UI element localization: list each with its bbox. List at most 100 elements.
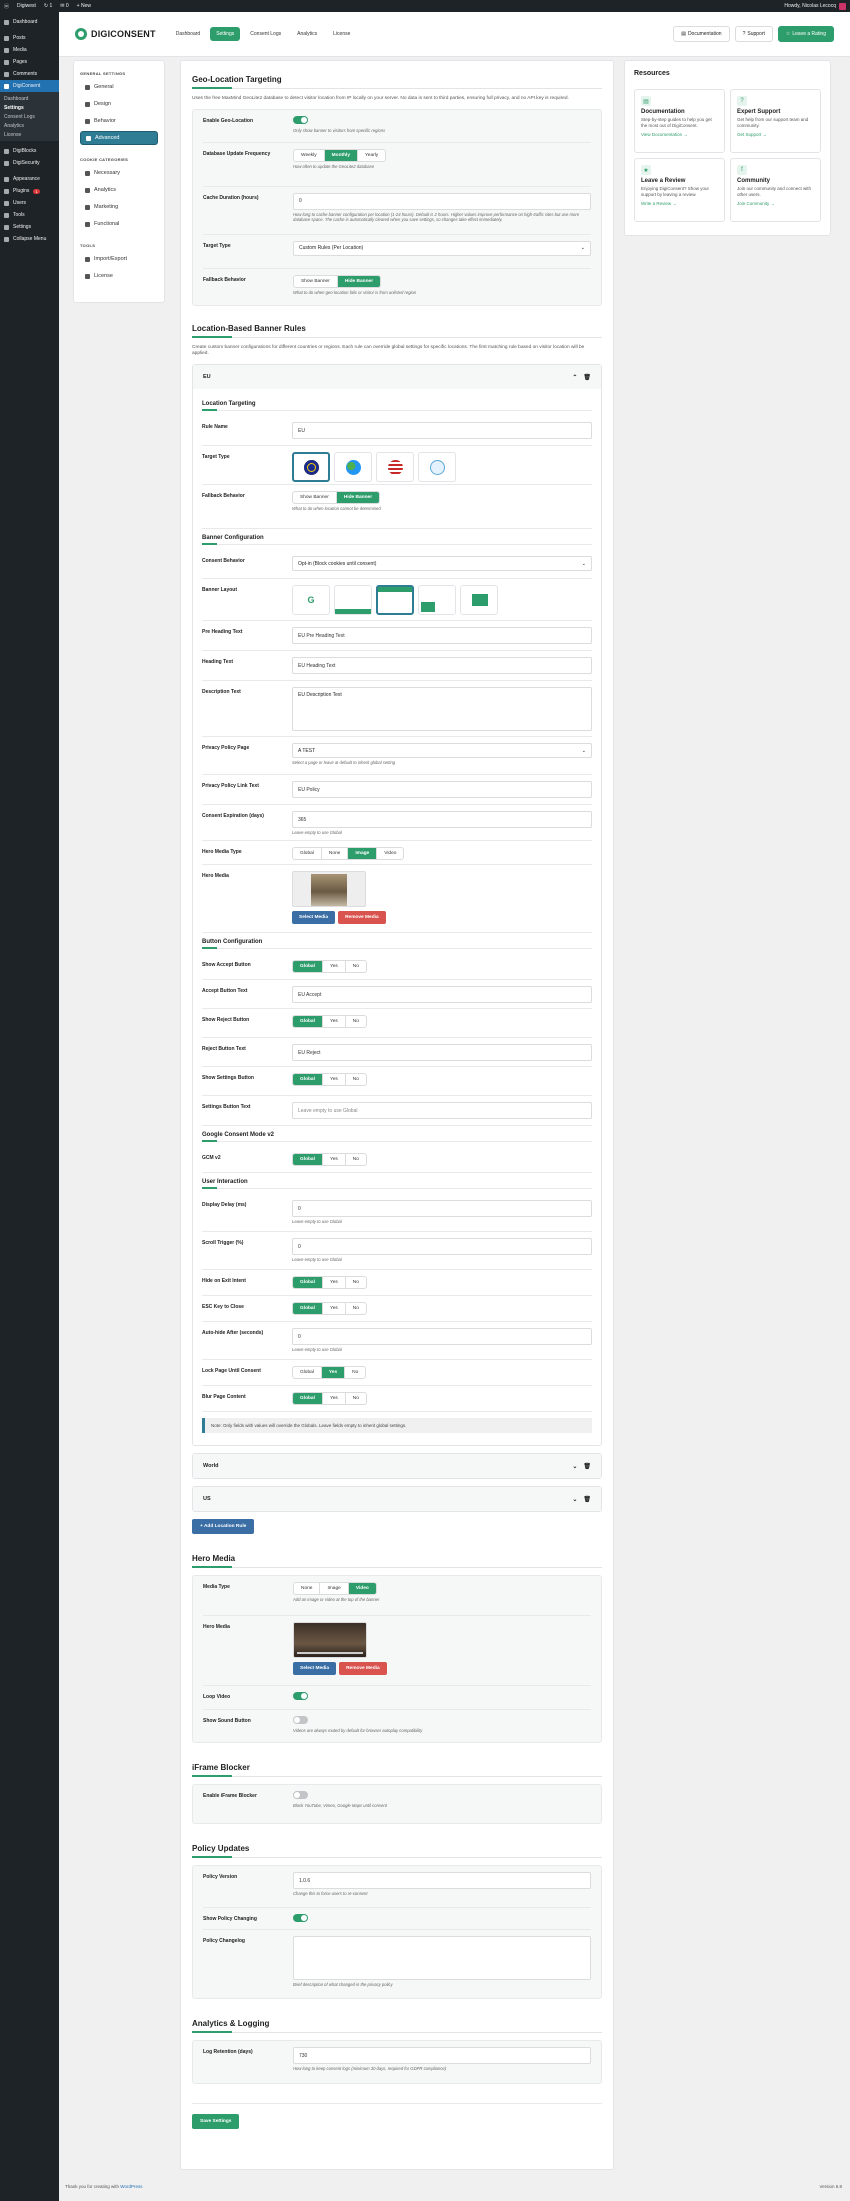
menu-digiblocks[interactable]: DigiBlocks: [0, 145, 59, 157]
blur-global-option[interactable]: Global: [293, 1393, 323, 1405]
menu-users[interactable]: Users: [0, 197, 59, 209]
trash-icon[interactable]: 🗑: [583, 1496, 591, 1503]
settings-global-option[interactable]: Global: [293, 1074, 323, 1086]
submenu-dashboard[interactable]: Dashboard: [0, 94, 59, 103]
hero-remove-media-button[interactable]: Remove Media: [339, 1662, 387, 1676]
policy-version-input[interactable]: 1.0.6: [293, 1872, 591, 1890]
gcm-global-option[interactable]: Global: [293, 1154, 323, 1166]
select-media-button[interactable]: Select Media: [292, 911, 336, 925]
target-country-option[interactable]: [376, 452, 414, 483]
chevron-down-icon[interactable]: ⌄: [572, 1496, 577, 1503]
rule-name-input[interactable]: EU: [292, 422, 592, 440]
db-yearly-option[interactable]: Yearly: [358, 150, 385, 161]
trash-icon[interactable]: 🗑: [583, 374, 591, 381]
rule-world-header[interactable]: World ⌄ 🗑: [193, 1454, 601, 1479]
accept-global-option[interactable]: Global: [293, 961, 323, 973]
view-documentation-link[interactable]: View Documentation →: [641, 132, 718, 137]
settings-text-input[interactable]: Leave empty to use Global: [292, 1102, 592, 1120]
menu-digisecurity[interactable]: DigiSecurity: [0, 157, 59, 169]
hero-type-video-option[interactable]: Video: [377, 848, 403, 859]
gcm-no-option[interactable]: No: [346, 1154, 366, 1165]
loop-video-toggle[interactable]: [293, 1692, 308, 1701]
sidebar-item-general[interactable]: General: [80, 80, 158, 94]
add-location-rule-button[interactable]: + Add Location Rule: [192, 1519, 255, 1535]
blur-no-option[interactable]: No: [346, 1393, 366, 1404]
tab-analytics[interactable]: Analytics: [291, 27, 323, 41]
hero-type-image-option[interactable]: Image: [348, 848, 378, 860]
hero-select-media-button[interactable]: Select Media: [293, 1662, 337, 1676]
site-name[interactable]: Digiwest: [17, 3, 36, 9]
menu-dashboard[interactable]: Dashboard: [0, 16, 59, 28]
layout-center-modal-option[interactable]: [460, 585, 498, 616]
target-worldwide-option[interactable]: [418, 452, 456, 483]
menu-collapse[interactable]: Collapse Menu: [0, 233, 59, 245]
support-button[interactable]: ? Support: [734, 26, 773, 42]
lock-no-option[interactable]: No: [345, 1367, 365, 1378]
layout-global-option[interactable]: G: [292, 585, 330, 616]
target-eu-option[interactable]: [292, 452, 330, 483]
exit-no-option[interactable]: No: [346, 1277, 366, 1288]
sound-button-toggle[interactable]: [293, 1716, 308, 1725]
accept-yes-option[interactable]: Yes: [323, 961, 346, 973]
layout-top-bar-option[interactable]: [376, 585, 414, 616]
reject-no-option[interactable]: No: [346, 1016, 366, 1027]
wordpress-logo-icon[interactable]: ⓦ: [4, 3, 9, 10]
new-content-button[interactable]: + New: [77, 3, 91, 9]
target-continent-option[interactable]: [334, 452, 372, 483]
submenu-license[interactable]: License: [0, 130, 59, 139]
log-retention-input[interactable]: 730: [293, 2047, 591, 2065]
user-avatar[interactable]: [839, 2, 846, 10]
sidebar-item-marketing[interactable]: Marketing: [80, 200, 158, 214]
gcm-yes-option[interactable]: Yes: [323, 1154, 346, 1166]
accept-text-input[interactable]: EU Accept: [292, 986, 592, 1004]
menu-appearance[interactable]: Appearance: [0, 173, 59, 185]
description-text-area[interactable]: EU Description Text: [292, 687, 592, 732]
settings-yes-option[interactable]: Yes: [323, 1074, 346, 1086]
geo-fallback-hide-option[interactable]: Hide Banner: [337, 275, 381, 287]
reject-yes-option[interactable]: Yes: [323, 1016, 346, 1028]
sidebar-item-behavior[interactable]: Behavior: [80, 114, 158, 128]
esc-no-option[interactable]: No: [346, 1303, 366, 1314]
tab-consent-logs[interactable]: Consent Logs: [244, 27, 287, 41]
layout-bottom-bar-option[interactable]: [334, 585, 372, 616]
submenu-analytics[interactable]: Analytics: [0, 121, 59, 130]
enable-geo-toggle[interactable]: [293, 115, 308, 124]
display-delay-input[interactable]: 0: [292, 1200, 592, 1218]
join-community-link[interactable]: Join Community →: [737, 201, 814, 206]
submenu-settings[interactable]: Settings: [0, 103, 59, 112]
exit-yes-option[interactable]: Yes: [323, 1277, 346, 1289]
lock-yes-option[interactable]: Yes: [321, 1367, 346, 1379]
sidebar-item-license[interactable]: License: [80, 269, 158, 283]
sidebar-item-advanced[interactable]: Advanced: [80, 131, 158, 145]
hero-type-global-option[interactable]: Global: [293, 848, 322, 860]
menu-digiconsent[interactable]: DigiConsent: [0, 80, 59, 92]
menu-media[interactable]: Media: [0, 44, 59, 56]
chevron-up-icon[interactable]: ⌃: [572, 374, 577, 381]
menu-settings[interactable]: Settings: [0, 221, 59, 233]
sidebar-item-necessary[interactable]: Necessary: [80, 166, 158, 180]
wordpress-link[interactable]: WordPress: [120, 2184, 142, 2189]
rule-fallback-hide-option[interactable]: Hide Banner: [336, 492, 380, 504]
rule-us-header[interactable]: US ⌄ 🗑: [193, 1487, 601, 1512]
updates-count[interactable]: ↻ 1: [44, 3, 52, 9]
tab-dashboard[interactable]: Dashboard: [170, 27, 206, 41]
get-support-link[interactable]: Get Support →: [737, 132, 814, 137]
leave-rating-button[interactable]: ☆ Leave a Rating: [777, 26, 834, 42]
chevron-down-icon[interactable]: ⌄: [572, 1463, 577, 1470]
scroll-trigger-input[interactable]: 0: [292, 1238, 592, 1256]
settings-no-option[interactable]: No: [346, 1074, 366, 1085]
consent-behavior-select[interactable]: Opt-in (Block cookies until consent) ⌄: [292, 556, 592, 572]
accept-no-option[interactable]: No: [346, 961, 366, 972]
menu-posts[interactable]: Posts: [0, 32, 59, 44]
sidebar-item-functional[interactable]: Functional: [80, 217, 158, 231]
trash-icon[interactable]: 🗑: [583, 1463, 591, 1470]
submenu-consent-logs[interactable]: Consent Logs: [0, 112, 59, 121]
esc-global-option[interactable]: Global: [293, 1303, 323, 1315]
menu-plugins[interactable]: Plugins 1: [0, 185, 59, 197]
remove-media-button[interactable]: Remove Media: [338, 911, 386, 925]
iframe-blocker-toggle[interactable]: [293, 1791, 308, 1800]
policy-changelog-area[interactable]: [293, 1936, 591, 1981]
db-monthly-option[interactable]: Monthly: [324, 149, 359, 161]
exit-global-option[interactable]: Global: [293, 1277, 323, 1289]
blur-yes-option[interactable]: Yes: [323, 1393, 346, 1405]
